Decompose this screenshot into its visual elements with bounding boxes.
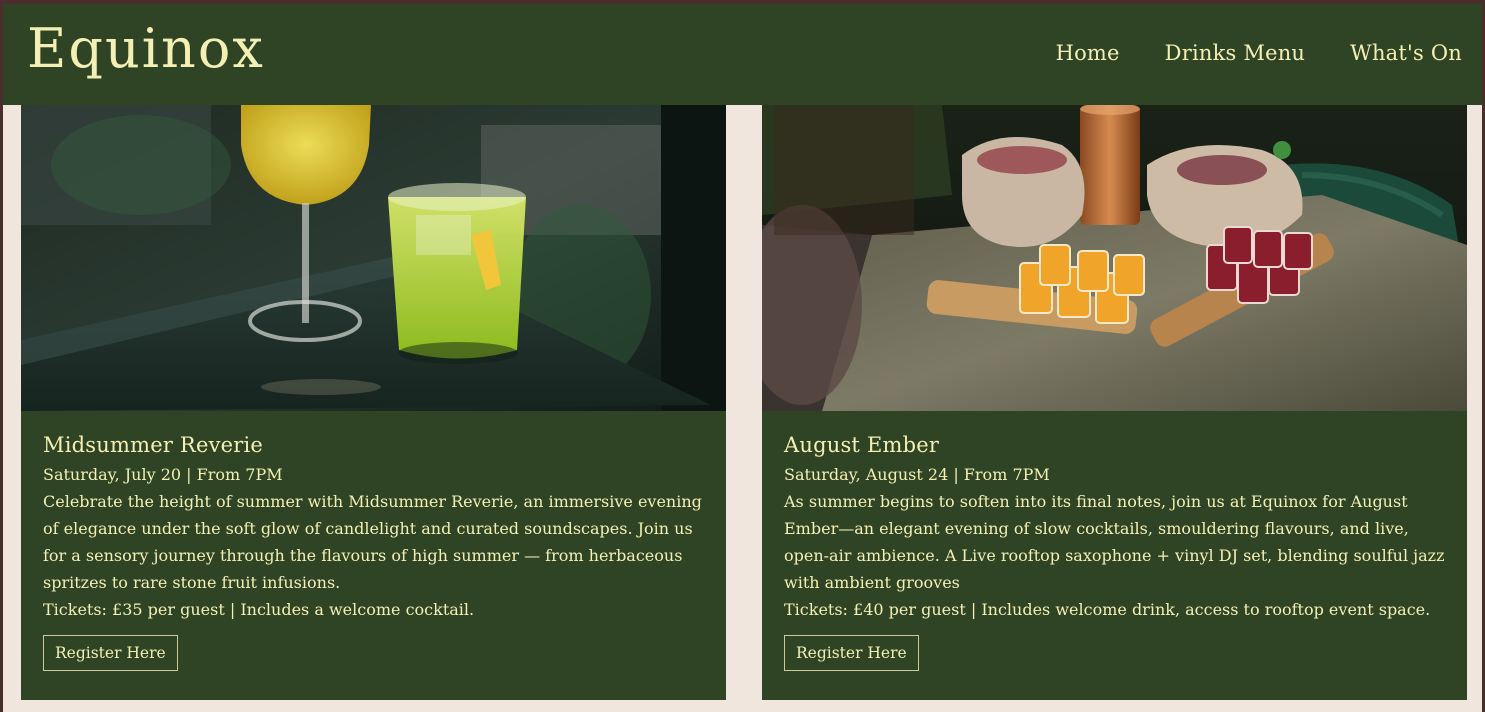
event-tickets: Tickets: £35 per guest | Includes a welc… xyxy=(43,600,475,619)
event-details: August Ember Saturday, August 24 | From … xyxy=(762,411,1467,671)
event-date: Saturday, July 20 | From 7PM xyxy=(43,465,283,484)
event-tickets: Tickets: £40 per guest | Includes welcom… xyxy=(784,600,1431,619)
event-photo-tasting-flights xyxy=(762,105,1467,411)
page: Equinox Home Drinks Menu What's On Midsu… xyxy=(0,0,1485,712)
tasting-flight-photo-illustration xyxy=(762,105,1467,411)
event-description: Celebrate the height of summer with Mids… xyxy=(43,492,702,592)
nav-drinks-menu-link[interactable]: Drinks Menu xyxy=(1165,41,1305,65)
event-description: As summer begins to soften into its fina… xyxy=(784,492,1445,592)
event-title: August Ember xyxy=(784,433,940,457)
event-photo-cocktails xyxy=(21,105,726,411)
event-date: Saturday, August 24 | From 7PM xyxy=(784,465,1050,484)
brand-logo[interactable]: Equinox xyxy=(27,17,265,80)
event-card-midsummer-reverie: Midsummer Reverie Saturday, July 20 | Fr… xyxy=(21,105,726,700)
cocktail-photo-illustration xyxy=(21,105,726,411)
event-card-august-ember: August Ember Saturday, August 24 | From … xyxy=(762,105,1467,700)
register-button[interactable]: Register Here xyxy=(43,635,178,671)
site-header: Equinox Home Drinks Menu What's On xyxy=(3,4,1482,105)
nav-home-link[interactable]: Home xyxy=(1056,41,1120,65)
nav-whats-on-link[interactable]: What's On xyxy=(1350,41,1462,65)
event-details: Midsummer Reverie Saturday, July 20 | Fr… xyxy=(21,411,726,671)
event-title: Midsummer Reverie xyxy=(43,433,264,457)
main-nav: Home Drinks Menu What's On xyxy=(1056,41,1462,65)
register-button[interactable]: Register Here xyxy=(784,635,919,671)
